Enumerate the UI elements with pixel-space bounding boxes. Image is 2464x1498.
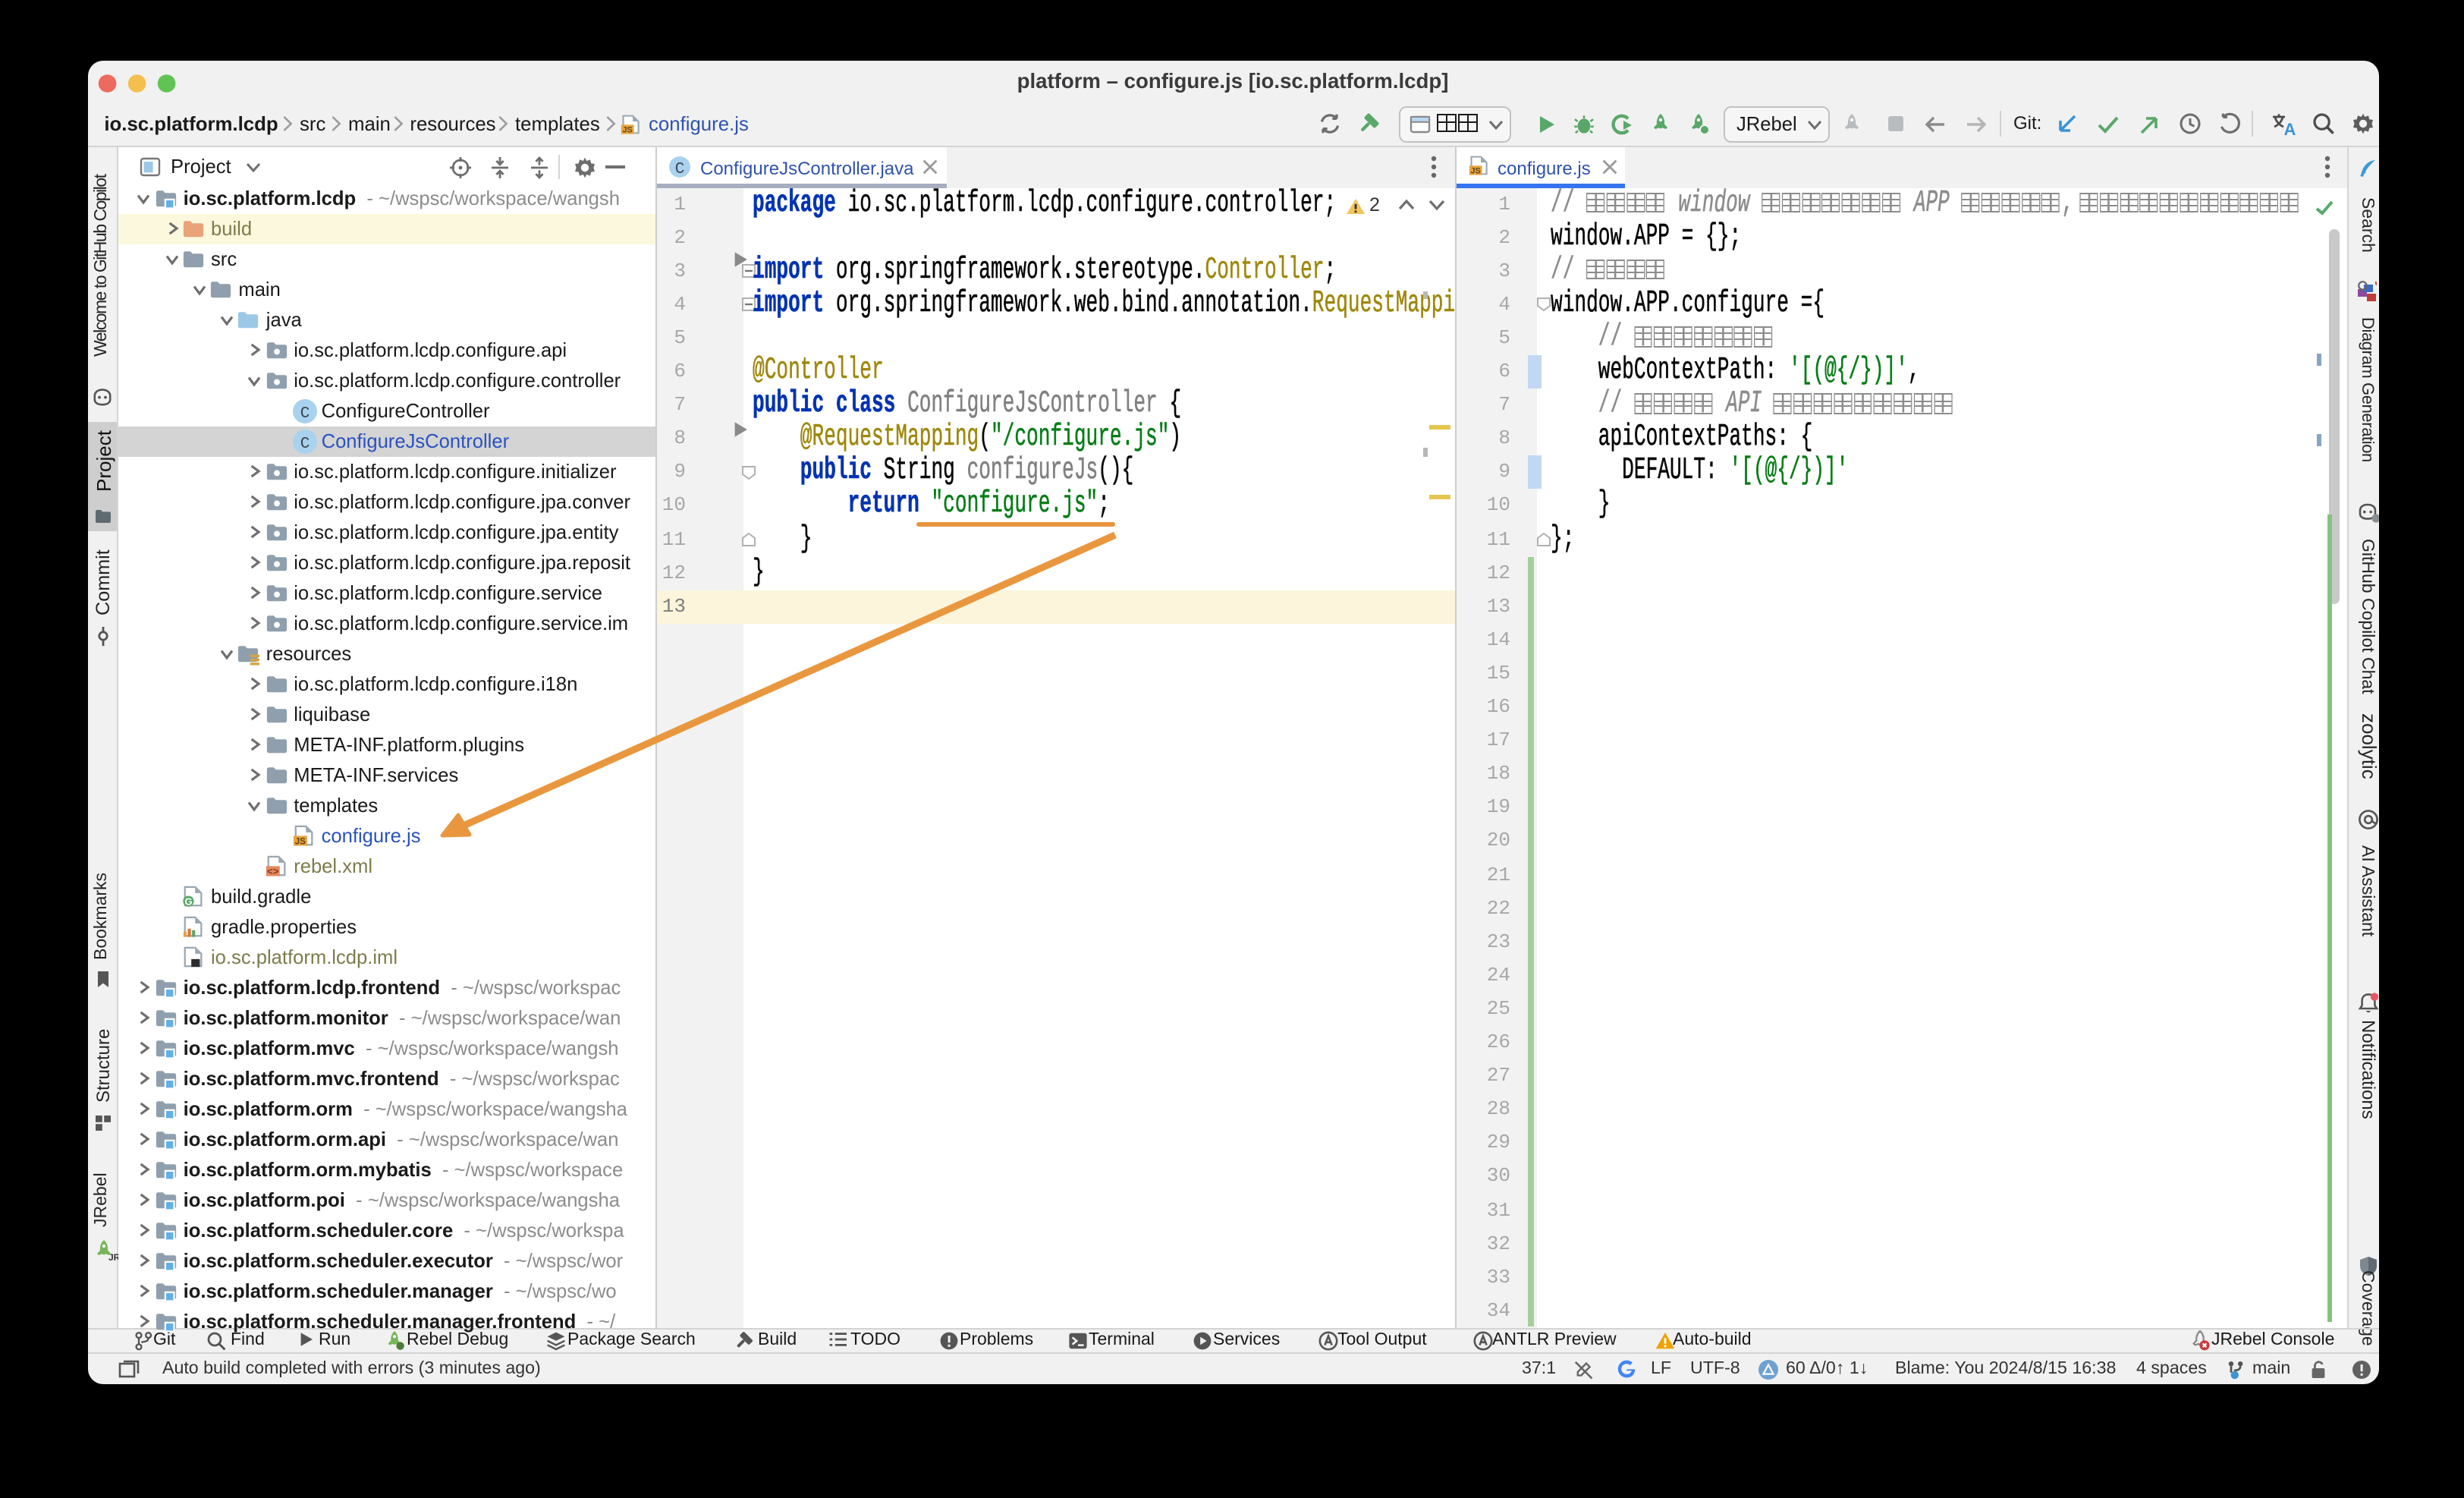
svg-text:JS: JS [1469, 166, 1479, 175]
svg-text:JS: JS [621, 126, 631, 135]
svg-text:A: A [2283, 119, 2296, 138]
svg-text:C: C [675, 161, 685, 178]
